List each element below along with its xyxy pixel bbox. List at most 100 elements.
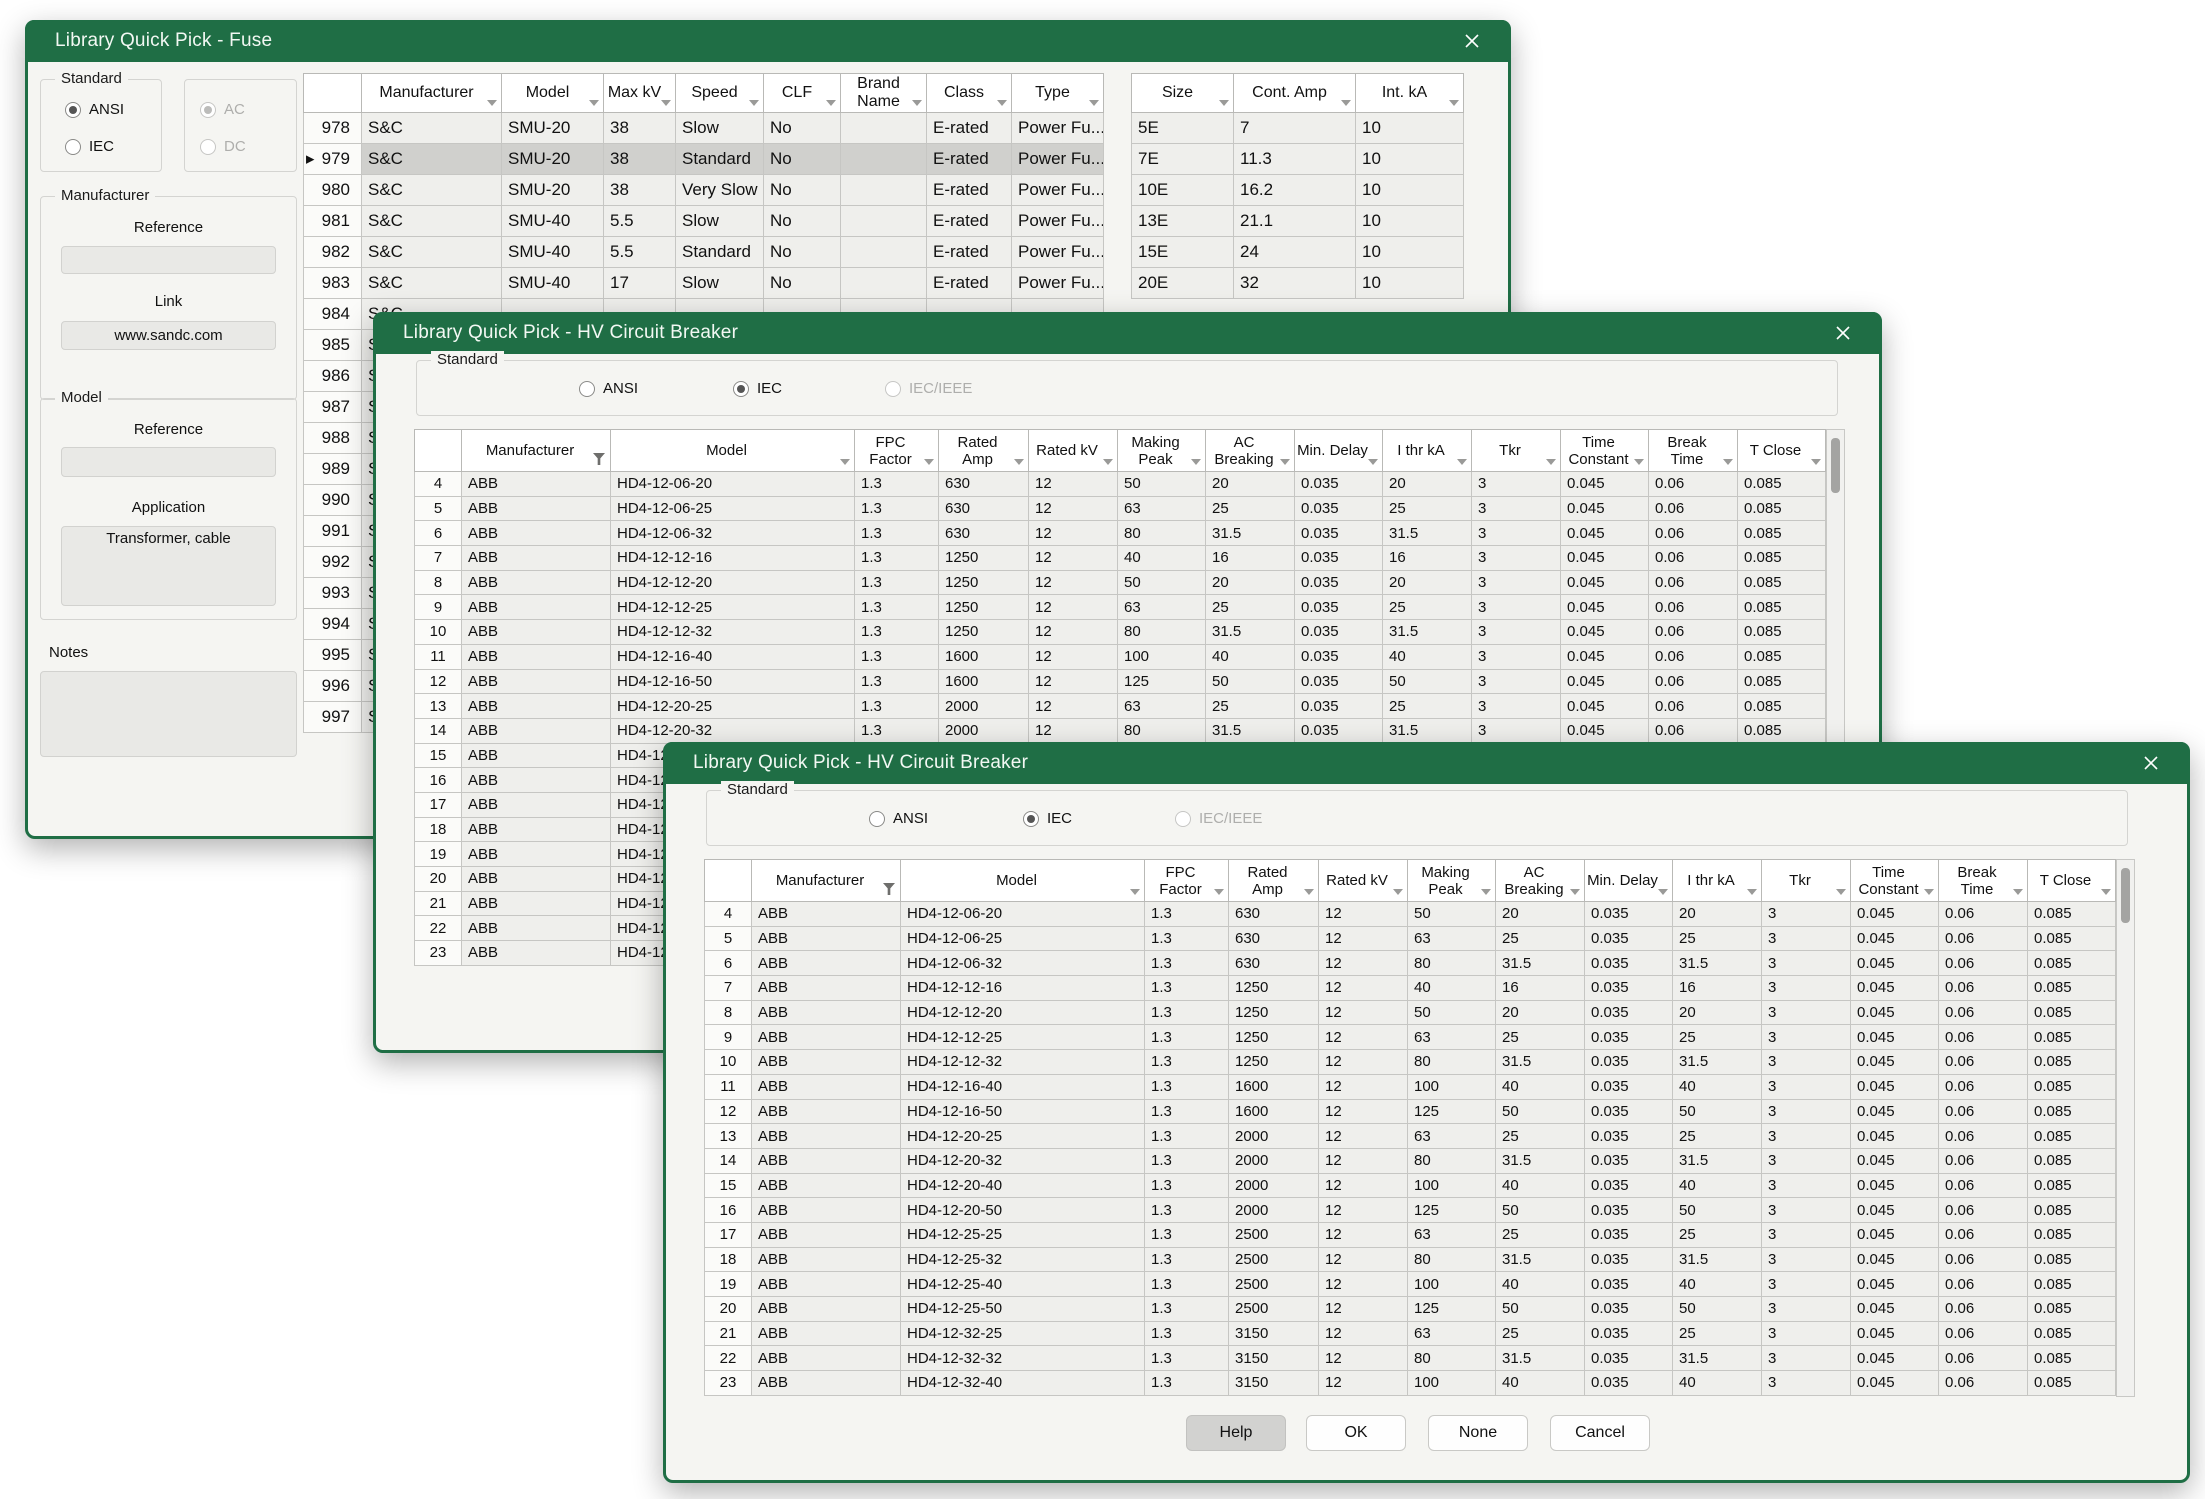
cell[interactable]: HD4-12-20-50 bbox=[901, 1198, 1145, 1223]
cell[interactable]: 25 bbox=[1206, 496, 1295, 521]
row-number-cell[interactable]: 985 bbox=[304, 330, 362, 361]
cell[interactable]: ABB bbox=[462, 669, 611, 694]
cell[interactable]: 50 bbox=[1496, 1297, 1585, 1322]
sort-icon[interactable] bbox=[1457, 459, 1467, 465]
cell[interactable]: 100 bbox=[1408, 1371, 1496, 1396]
cell[interactable]: 31.5 bbox=[1206, 620, 1295, 645]
cell[interactable]: ABB bbox=[752, 1346, 901, 1371]
cell[interactable]: 125 bbox=[1118, 669, 1206, 694]
cell[interactable]: 3 bbox=[1762, 1173, 1851, 1198]
cell[interactable]: 2000 bbox=[939, 718, 1029, 743]
cell[interactable]: 3 bbox=[1472, 669, 1561, 694]
cell[interactable]: ABB bbox=[462, 842, 611, 867]
cell[interactable]: 3 bbox=[1762, 1247, 1851, 1272]
cell[interactable]: E-rated bbox=[927, 237, 1012, 268]
cell[interactable]: Standard bbox=[676, 144, 764, 175]
row-number-cell[interactable]: 989 bbox=[304, 454, 362, 485]
column-header[interactable]: Tkr bbox=[1472, 430, 1561, 472]
cell[interactable]: HD4-12-16-40 bbox=[901, 1074, 1145, 1099]
row-number-cell[interactable]: 16 bbox=[705, 1198, 752, 1223]
cell[interactable]: 3 bbox=[1472, 595, 1561, 620]
cell[interactable]: 0.045 bbox=[1561, 521, 1649, 546]
column-header[interactable]: Time Constant bbox=[1851, 860, 1939, 902]
cell[interactable]: 0.035 bbox=[1295, 496, 1383, 521]
cell[interactable]: 3 bbox=[1472, 472, 1561, 497]
row-number-cell[interactable]: 13 bbox=[705, 1124, 752, 1149]
cell[interactable]: ABB bbox=[752, 1198, 901, 1223]
help-button[interactable]: Help bbox=[1186, 1415, 1286, 1451]
table-row[interactable]: 980S&CSMU-2038Very SlowNoE-ratedPower Fu… bbox=[304, 175, 1104, 206]
cell[interactable]: 1250 bbox=[1229, 1000, 1319, 1025]
cell[interactable]: ABB bbox=[462, 570, 611, 595]
row-number-cell[interactable]: 7 bbox=[415, 546, 462, 571]
row-number-cell[interactable]: 21 bbox=[415, 891, 462, 916]
cell[interactable]: 50 bbox=[1383, 669, 1472, 694]
cell[interactable]: 63 bbox=[1118, 595, 1206, 620]
row-number-cell[interactable]: 994 bbox=[304, 609, 362, 640]
cell[interactable]: 31.5 bbox=[1206, 718, 1295, 743]
sort-icon[interactable] bbox=[1280, 459, 1290, 465]
cell[interactable]: ABB bbox=[462, 743, 611, 768]
cell[interactable]: 80 bbox=[1118, 521, 1206, 546]
sort-icon[interactable] bbox=[2013, 889, 2023, 895]
cell[interactable]: Slow bbox=[676, 268, 764, 299]
cell[interactable]: 32 bbox=[1234, 268, 1356, 299]
cell[interactable]: 38 bbox=[604, 113, 676, 144]
cell[interactable]: 1250 bbox=[1229, 976, 1319, 1001]
cell[interactable]: ABB bbox=[752, 1222, 901, 1247]
cell[interactable]: 1.3 bbox=[855, 595, 939, 620]
cell[interactable]: 0.035 bbox=[1295, 472, 1383, 497]
cell[interactable]: 1.3 bbox=[855, 644, 939, 669]
sort-icon[interactable] bbox=[1723, 459, 1733, 465]
sort-icon[interactable] bbox=[1341, 100, 1351, 106]
cell[interactable]: 0.06 bbox=[1649, 521, 1738, 546]
cell[interactable]: 40 bbox=[1496, 1272, 1585, 1297]
cell[interactable]: 50 bbox=[1496, 1198, 1585, 1223]
table-row[interactable]: 5E710 bbox=[1132, 113, 1464, 144]
cell[interactable]: 12 bbox=[1319, 1050, 1408, 1075]
cell[interactable]: 2500 bbox=[1229, 1247, 1319, 1272]
row-number-cell[interactable]: 23 bbox=[415, 941, 462, 966]
cell[interactable]: 31.5 bbox=[1383, 521, 1472, 546]
cell[interactable]: 0.085 bbox=[2028, 1346, 2116, 1371]
cell[interactable]: HD4-12-06-32 bbox=[611, 521, 855, 546]
table-row[interactable]: 4ABBHD4-12-06-201.36301250200.0352030.04… bbox=[415, 472, 1826, 497]
cell[interactable]: 0.06 bbox=[1939, 1000, 2028, 1025]
cell[interactable]: 0.035 bbox=[1295, 546, 1383, 571]
table-row[interactable]: 5ABBHD4-12-06-251.36301263250.0352530.04… bbox=[705, 926, 2116, 951]
column-header[interactable]: Model bbox=[611, 430, 855, 472]
cell[interactable]: 0.035 bbox=[1295, 669, 1383, 694]
table-row[interactable]: 10E16.210 bbox=[1132, 175, 1464, 206]
cell[interactable]: 12 bbox=[1319, 1025, 1408, 1050]
table-row[interactable]: 7ABBHD4-12-12-161.312501240160.0351630.0… bbox=[705, 976, 2116, 1001]
table-row[interactable]: 11ABBHD4-12-16-401.3160012100400.0354030… bbox=[415, 644, 1826, 669]
cell[interactable]: 50 bbox=[1673, 1297, 1762, 1322]
cell[interactable]: 80 bbox=[1118, 620, 1206, 645]
cell[interactable]: ABB bbox=[462, 644, 611, 669]
cell[interactable]: 3 bbox=[1762, 1124, 1851, 1149]
cell[interactable]: ABB bbox=[462, 768, 611, 793]
cell[interactable]: ABB bbox=[462, 694, 611, 719]
cell[interactable]: 0.045 bbox=[1851, 1272, 1939, 1297]
row-number-cell[interactable]: 993 bbox=[304, 578, 362, 609]
row-number-cell[interactable]: 983 bbox=[304, 268, 362, 299]
column-header[interactable]: Class bbox=[927, 74, 1012, 113]
row-number-cell[interactable]: 22 bbox=[705, 1346, 752, 1371]
cell[interactable]: SMU-20 bbox=[502, 144, 604, 175]
cell[interactable]: 0.06 bbox=[1649, 718, 1738, 743]
cell[interactable]: 0.045 bbox=[1851, 902, 1939, 927]
table-row[interactable]: 11ABBHD4-12-16-401.3160012100400.0354030… bbox=[705, 1074, 2116, 1099]
cell[interactable]: 1.3 bbox=[855, 472, 939, 497]
cell[interactable]: 40 bbox=[1408, 976, 1496, 1001]
row-number-cell[interactable]: 12 bbox=[415, 669, 462, 694]
row-number-cell[interactable]: 17 bbox=[705, 1222, 752, 1247]
cell[interactable]: SMU-40 bbox=[502, 206, 604, 237]
row-number-cell[interactable]: 14 bbox=[415, 718, 462, 743]
table-row[interactable]: 7ABBHD4-12-12-161.312501240160.0351630.0… bbox=[415, 546, 1826, 571]
row-number-cell[interactable]: 21 bbox=[705, 1321, 752, 1346]
cell[interactable]: Power Fu... bbox=[1012, 268, 1104, 299]
table-row[interactable]: 15ABBHD4-12-20-401.3200012100400.0354030… bbox=[705, 1173, 2116, 1198]
cell[interactable]: 11.3 bbox=[1234, 144, 1356, 175]
sort-icon[interactable] bbox=[1811, 459, 1821, 465]
row-number-cell[interactable]: 997 bbox=[304, 702, 362, 733]
